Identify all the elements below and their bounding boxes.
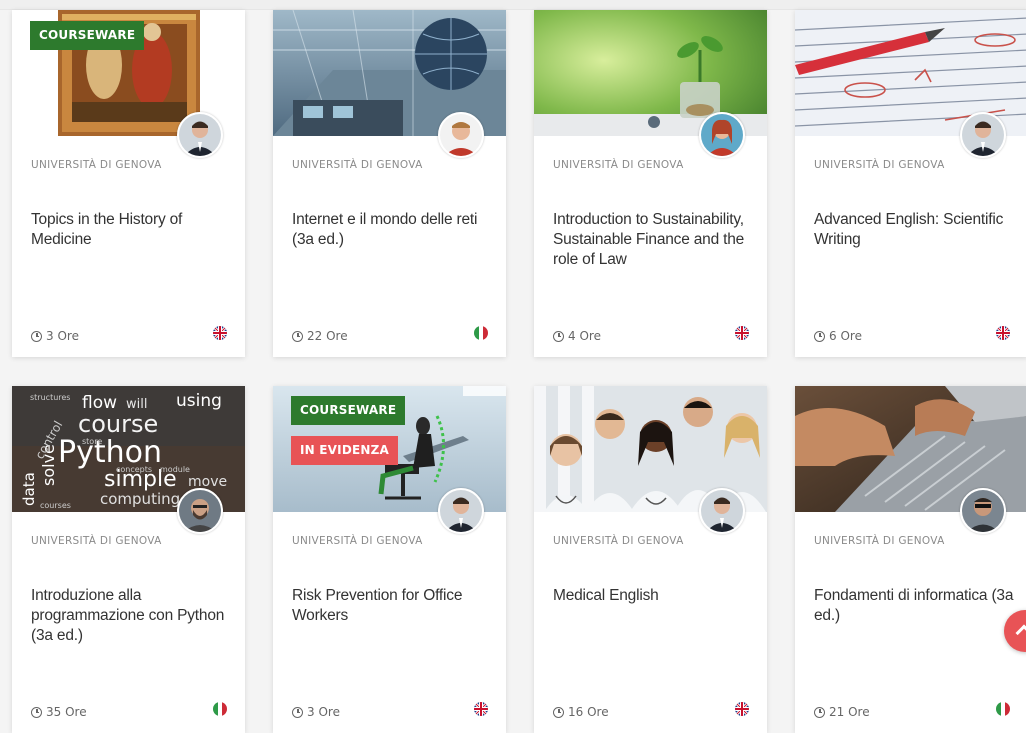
course-duration: 6 Ore [814,329,862,343]
clock-icon [814,330,825,342]
wordcloud-word: course [78,410,158,438]
duration-text: 6 Ore [829,329,862,343]
duration-text: 16 Ore [568,705,609,719]
wordcloud-word: computing [100,490,180,508]
course-title[interactable]: Introduction to Sustainability, Sustaina… [553,210,758,270]
clock-icon [31,330,42,342]
instructor-avatar[interactable] [960,112,1006,158]
course-title[interactable]: Medical English [553,586,758,606]
course-card-sustainability[interactable]: UNIVERSITÀ DI GENOVA Introduction to Sus… [534,10,767,357]
italy-flag-icon [996,702,1010,716]
wordcloud-word: data [20,472,38,506]
uk-flag-icon [735,702,749,716]
featured-badge: IN EVIDENZA [291,436,399,465]
institution-label: UNIVERSITÀ DI GENOVA [553,159,684,171]
course-duration: 22 Ore [292,329,348,343]
italy-flag-icon [213,702,227,716]
course-duration: 16 Ore [553,705,609,719]
institution-label: UNIVERSITÀ DI GENOVA [814,159,945,171]
instructor-avatar[interactable] [438,488,484,534]
uk-flag-icon [213,326,227,340]
course-title[interactable]: Fondamenti di informatica (3a ed.) [814,586,1019,626]
uk-flag-icon [474,702,488,716]
clock-icon [814,706,825,718]
clock-icon [553,330,564,342]
institution-label: UNIVERSITÀ DI GENOVA [814,535,945,547]
uk-flag-icon [996,326,1010,340]
course-card-python[interactable]: flow will using course Python simple mov… [12,386,245,733]
wordcloud-word: store [82,437,102,446]
wordcloud-word: module [160,465,190,474]
course-card-risk-prevention[interactable]: COURSEWARE IN EVIDENZA UNIVERSITÀ DI GEN… [273,386,506,733]
instructor-avatar[interactable] [438,112,484,158]
course-title[interactable]: Advanced English: Scientific Writing [814,210,1019,250]
instructor-avatar[interactable] [960,488,1006,534]
duration-text: 22 Ore [307,329,348,343]
course-duration: 35 Ore [31,705,87,719]
uk-flag-icon [735,326,749,340]
clock-icon [292,706,303,718]
institution-label: UNIVERSITÀ DI GENOVA [31,159,162,171]
wordcloud-word: concepts [116,465,152,474]
course-card-fondamenti-informatica[interactable]: UNIVERSITÀ DI GENOVA Fondamenti di infor… [795,386,1026,733]
duration-text: 35 Ore [46,705,87,719]
wordcloud-word: using [176,391,222,411]
institution-label: UNIVERSITÀ DI GENOVA [553,535,684,547]
courseware-badge: COURSEWARE [291,396,406,425]
course-card-advanced-english[interactable]: UNIVERSITÀ DI GENOVA Advanced English: S… [795,10,1026,357]
instructor-avatar[interactable] [699,112,745,158]
course-duration: 3 Ore [292,705,340,719]
institution-label: UNIVERSITÀ DI GENOVA [31,535,162,547]
course-duration: 21 Ore [814,705,870,719]
instructor-avatar[interactable] [699,488,745,534]
course-duration: 4 Ore [553,329,601,343]
institution-label: UNIVERSITÀ DI GENOVA [292,159,423,171]
course-card-history-of-medicine[interactable]: COURSEWARE UNIVERSITÀ DI GENOVA Topics i… [12,10,245,357]
instructor-avatar[interactable] [177,488,223,534]
duration-text: 3 Ore [307,705,340,719]
institution-label: UNIVERSITÀ DI GENOVA [292,535,423,547]
course-title[interactable]: Internet e il mondo delle reti (3a ed.) [292,210,497,250]
courseware-badge: COURSEWARE [30,21,145,50]
clock-icon [292,330,303,342]
top-divider [0,0,1026,10]
duration-text: 4 Ore [568,329,601,343]
clock-icon [31,706,42,718]
instructor-avatar[interactable] [177,112,223,158]
course-title[interactable]: Topics in the History of Medicine [31,210,236,250]
italy-flag-icon [474,326,488,340]
wordcloud-word: structures [30,393,70,402]
wordcloud-word: courses [40,501,71,510]
duration-text: 3 Ore [46,329,79,343]
course-card-internet-reti[interactable]: UNIVERSITÀ DI GENOVA Internet e il mondo… [273,10,506,357]
duration-text: 21 Ore [829,705,870,719]
clock-icon [553,706,564,718]
course-card-medical-english[interactable]: UNIVERSITÀ DI GENOVA Medical English 16 … [534,386,767,733]
course-duration: 3 Ore [31,329,79,343]
course-title[interactable]: Risk Prevention for Office Workers [292,586,497,626]
course-title[interactable]: Introduzione alla programmazione con Pyt… [31,586,236,646]
